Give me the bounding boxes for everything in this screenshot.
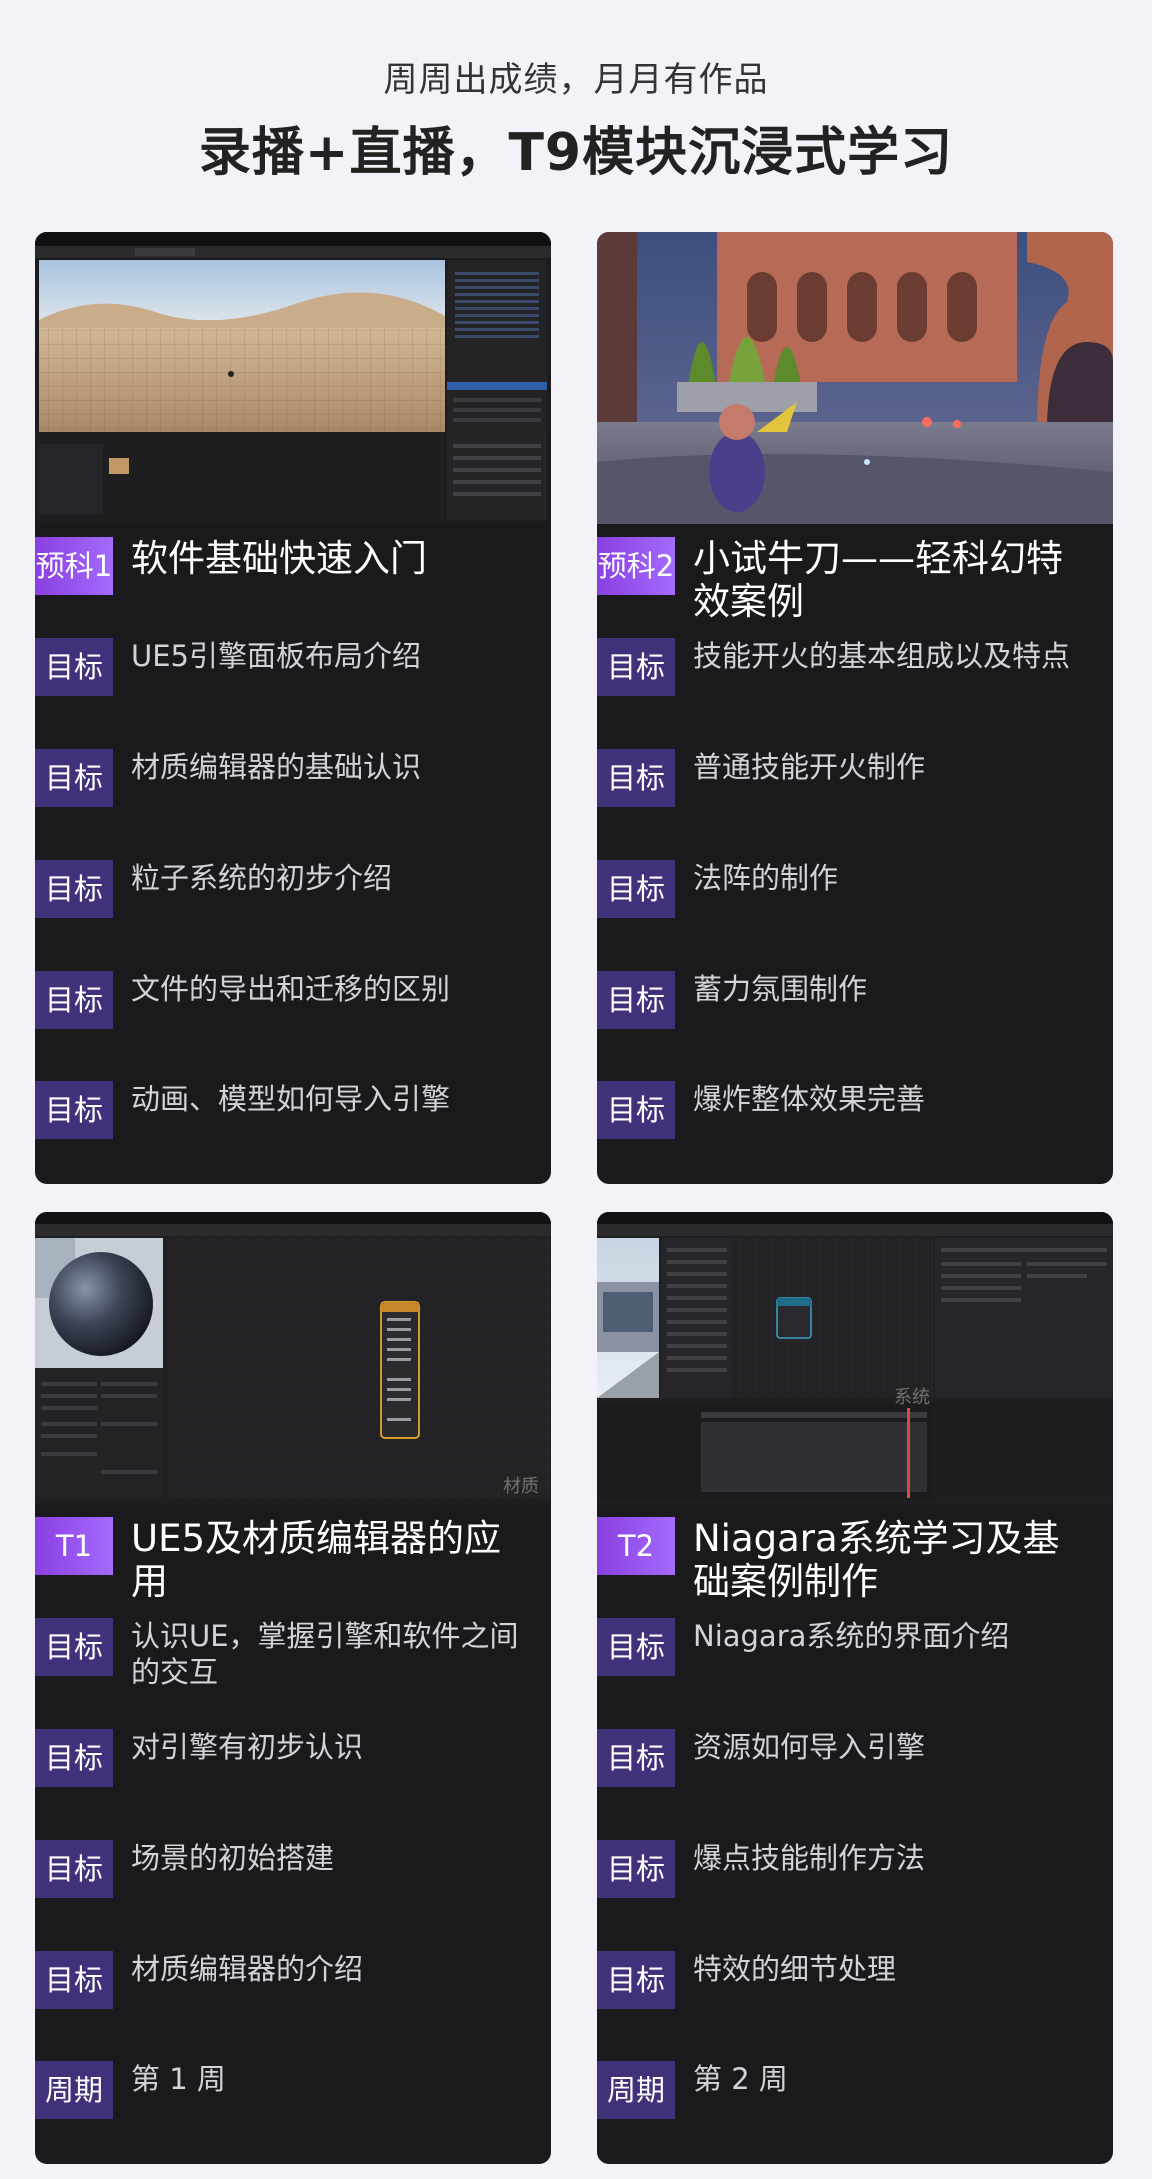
shot-watermark: 材质	[503, 1476, 539, 1497]
goal-badge: 目标	[35, 638, 113, 696]
goal-text: 技能开火的基本组成以及特点	[693, 639, 1071, 673]
goal-text: UE5引擎面板布局介绍	[131, 639, 422, 673]
goal-text: 场景的初始搭建	[131, 1841, 335, 1875]
shot-watermark: 系统	[894, 1387, 930, 1408]
niagara-editor-screenshot: 系统	[597, 1212, 1113, 1504]
goal-badge: 目标	[597, 1618, 675, 1676]
goal-badge: 目标	[597, 749, 675, 807]
goal-badge: 目标	[597, 1729, 675, 1787]
goal-text: Niagara系统的界面介绍	[693, 1619, 1010, 1653]
goal-text: 对引擎有初步认识	[131, 1730, 364, 1764]
goal-text: 蓄力氛围制作	[693, 972, 868, 1006]
goal-text: 普通技能开火制作	[693, 750, 926, 784]
ue5-editor-screenshot	[35, 232, 551, 524]
goal-text: 认识UE，掌握引擎和软件之间的交互	[131, 1619, 519, 1689]
course-card-prep1: 预科1 软件基础快速入门 目标 UE5引擎面板布局介绍 目标 材质编辑器的基础认…	[35, 232, 551, 1184]
goal-text: 粒子系统的初步介绍	[131, 861, 393, 895]
period-text: 第 1 周	[131, 2062, 226, 2096]
course-badge: 预科1	[35, 537, 113, 595]
material-editor-screenshot: 材质	[35, 1212, 551, 1504]
goal-badge: 目标	[35, 1729, 113, 1787]
course-badge: T2	[597, 1517, 675, 1575]
course-badge: 预科2	[597, 537, 675, 595]
goal-badge: 目标	[597, 1081, 675, 1139]
goal-badge: 目标	[35, 749, 113, 807]
course-heading: 小试牛刀——轻科幻特效案例	[693, 537, 1063, 623]
goal-badge: 目标	[597, 638, 675, 696]
goal-badge: 目标	[35, 971, 113, 1029]
course-heading: 软件基础快速入门	[131, 537, 427, 580]
goal-text: 材质编辑器的介绍	[131, 1952, 364, 1986]
goal-badge: 目标	[35, 1951, 113, 2009]
course-card-prep2: 预科2 小试牛刀——轻科幻特效案例 目标 技能开火的基本组成以及特点 目标 普通…	[597, 232, 1113, 1184]
period-text: 第 2 周	[693, 2062, 788, 2096]
course-card-t2: 系统 T2 Niagara系统学习及基础案例制作 目标 Niagara系统的界面…	[597, 1212, 1113, 2164]
game-scene-screenshot	[597, 232, 1113, 524]
goal-text: 爆炸整体效果完善	[693, 1082, 926, 1116]
goal-badge: 目标	[35, 1618, 113, 1676]
page-subtitle: 周周出成绩，月月有作品	[383, 60, 769, 100]
period-badge: 周期	[597, 2061, 675, 2119]
goal-text: 资源如何导入引擎	[693, 1730, 926, 1764]
goal-badge: 目标	[597, 1840, 675, 1898]
course-heading: Niagara系统学习及基础案例制作	[693, 1517, 1060, 1603]
goal-badge: 目标	[597, 971, 675, 1029]
goal-badge: 目标	[597, 860, 675, 918]
goal-text: 特效的细节处理	[693, 1952, 897, 1986]
goal-badge: 目标	[35, 1840, 113, 1898]
goal-text: 文件的导出和迁移的区别	[131, 972, 451, 1006]
goal-badge: 目标	[35, 1081, 113, 1139]
goal-text: 材质编辑器的基础认识	[131, 750, 422, 784]
course-card-t1: 材质 T1 UE5及材质编辑器的应用 目标 认识UE，掌握引擎和软件之间的交互 …	[35, 1212, 551, 2164]
goal-text: 法阵的制作	[693, 861, 839, 895]
goal-badge: 目标	[597, 1951, 675, 2009]
page-title: 录播+直播，T9模块沉浸式学习	[198, 123, 954, 183]
period-badge: 周期	[35, 2061, 113, 2119]
goal-text: 动画、模型如何导入引擎	[131, 1082, 451, 1116]
course-badge: T1	[35, 1517, 113, 1575]
goal-text: 爆点技能制作方法	[693, 1841, 926, 1875]
goal-badge: 目标	[35, 860, 113, 918]
course-heading: UE5及材质编辑器的应用	[131, 1517, 501, 1603]
